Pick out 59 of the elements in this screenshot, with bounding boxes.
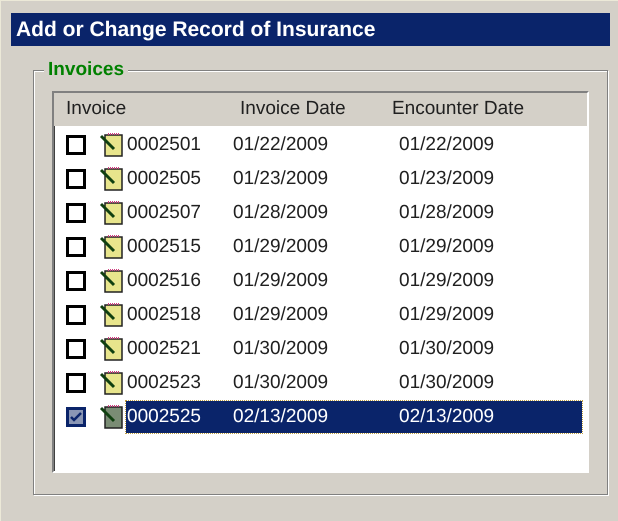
list-row[interactable]: 0002521 01/30/2009 01/30/2009 — [126, 333, 582, 365]
checkbox[interactable] — [66, 271, 86, 291]
column-header[interactable]: Encounter Date — [392, 95, 562, 124]
invoice-number: 0002501 — [127, 132, 202, 157]
encounter-date: 02/13/2009 — [399, 404, 494, 429]
checkbox[interactable] — [66, 169, 86, 189]
notepad-icon — [98, 132, 124, 158]
column-header[interactable]: Invoice Date — [240, 95, 392, 124]
invoice-date: 01/23/2009 — [233, 166, 330, 191]
invoice-number: 0002515 — [127, 234, 202, 259]
notepad-icon — [98, 234, 124, 260]
invoice-date: 01/29/2009 — [233, 268, 330, 293]
list-row[interactable]: 0002507 01/28/2009 01/28/2009 — [126, 197, 582, 229]
invoice-number: 0002525 — [127, 404, 202, 429]
invoice-number: 0002518 — [127, 302, 202, 327]
encounter-date: 01/30/2009 — [399, 336, 494, 361]
list-row[interactable]: 0002505 01/23/2009 01/23/2009 — [126, 163, 582, 195]
encounter-date: 01/29/2009 — [399, 234, 494, 259]
invoice-date: 01/30/2009 — [233, 336, 330, 361]
invoice-date: 01/28/2009 — [233, 200, 330, 225]
checkbox[interactable] — [66, 373, 86, 393]
notepad-icon — [98, 404, 124, 430]
invoice-date: 02/13/2009 — [233, 404, 330, 429]
window-title: Add or Change Record of Insurance — [16, 16, 376, 43]
checkmark-icon — [70, 412, 82, 422]
invoice-number: 0002521 — [127, 336, 202, 361]
notepad-icon — [98, 370, 124, 396]
invoice-number: 0002523 — [127, 370, 202, 395]
invoice-date: 01/29/2009 — [233, 234, 330, 259]
checkbox[interactable] — [66, 237, 86, 257]
checkbox[interactable] — [66, 339, 86, 359]
notepad-icon — [98, 166, 124, 192]
encounter-date: 01/30/2009 — [399, 370, 494, 395]
notepad-icon — [98, 200, 124, 226]
encounter-date: 01/29/2009 — [399, 268, 494, 293]
list-row[interactable]: 0002523 01/30/2009 01/30/2009 — [126, 367, 582, 399]
invoice-date: 01/22/2009 — [233, 132, 330, 157]
list-row[interactable]: 0002515 01/29/2009 01/29/2009 — [126, 231, 582, 263]
encounter-date: 01/23/2009 — [399, 166, 494, 191]
encounter-date: 01/29/2009 — [399, 302, 494, 327]
checkbox[interactable] — [66, 305, 86, 325]
encounter-date: 01/22/2009 — [399, 132, 494, 157]
list-row[interactable]: 0002516 01/29/2009 01/29/2009 — [126, 265, 582, 297]
notepad-icon — [98, 302, 124, 328]
invoice-number: 0002505 — [127, 166, 202, 191]
notepad-icon — [98, 268, 124, 294]
list-row[interactable]: 0002501 01/22/2009 01/22/2009 — [126, 129, 582, 161]
encounter-date: 01/28/2009 — [399, 200, 494, 225]
column-header[interactable]: Invoice — [66, 95, 240, 124]
checkbox[interactable] — [66, 203, 86, 223]
list-row[interactable]: 0002525 02/13/2009 02/13/2009 — [126, 401, 582, 433]
checkbox[interactable] — [66, 407, 86, 427]
list-row[interactable]: 0002518 01/29/2009 01/29/2009 — [126, 299, 582, 331]
invoice-number: 0002516 — [127, 268, 202, 293]
invoice-date: 01/30/2009 — [233, 370, 330, 395]
invoice-number: 0002507 — [127, 200, 202, 225]
checkbox[interactable] — [66, 135, 86, 155]
notepad-icon — [98, 336, 124, 362]
invoice-date: 01/29/2009 — [233, 302, 330, 327]
